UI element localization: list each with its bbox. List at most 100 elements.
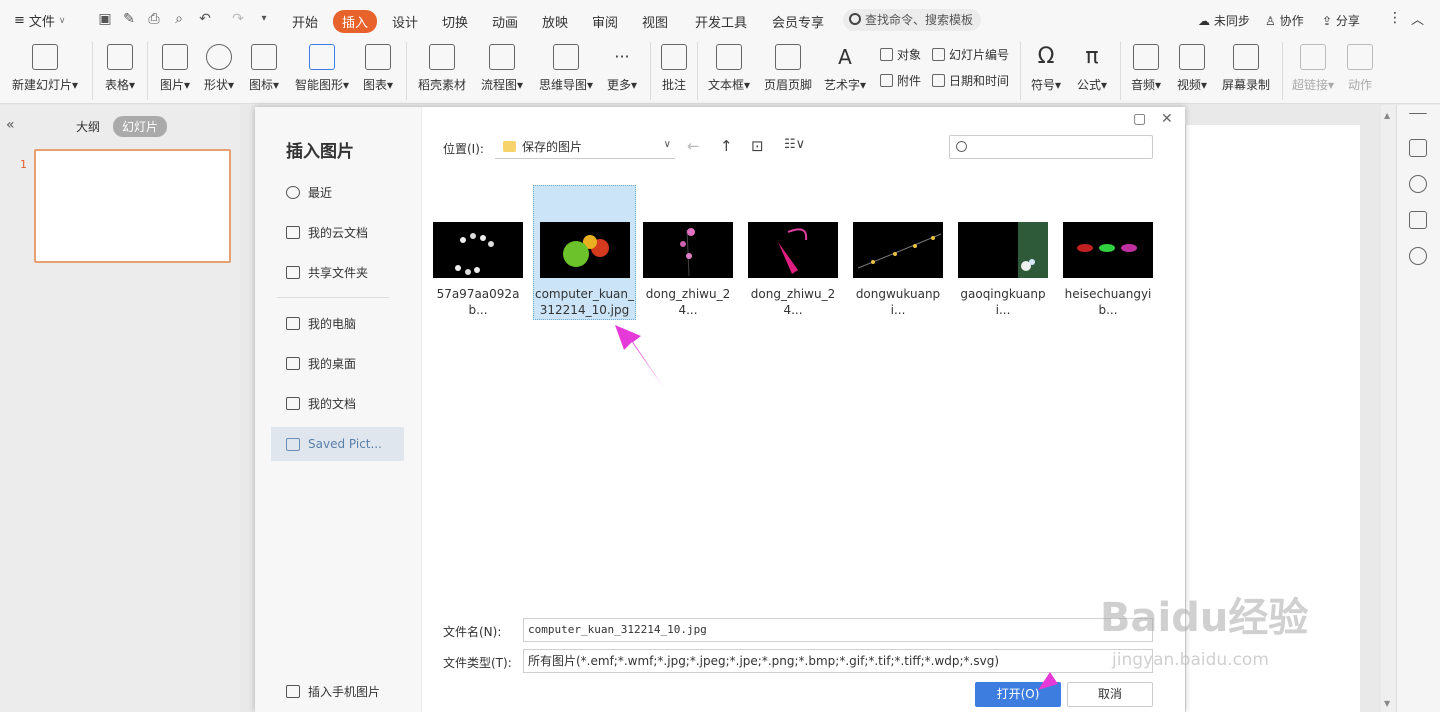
vertical-scrollbar[interactable]: ▲ ▼	[1381, 105, 1395, 712]
filetype-select[interactable]: 所有图片(*.emf;*.wmf;*.jpg;*.jpeg;*.jpe;*.pn…	[523, 649, 1153, 673]
datetime-button[interactable]: 日期和时间	[932, 72, 1009, 89]
cancel-button[interactable]: 取消	[1067, 682, 1153, 707]
view-mode-icon[interactable]: ☷∨	[784, 137, 805, 152]
tab-insert[interactable]: 插入	[333, 10, 378, 33]
nav-shared-folder[interactable]: 共享文件夹	[271, 255, 404, 289]
flowchart-button[interactable]: 流程图▾	[478, 44, 526, 93]
tab-review[interactable]: 审阅	[592, 12, 618, 31]
customize-toolbar-icon[interactable]: ▾	[255, 10, 273, 28]
command-search[interactable]: 查找命令、搜索模板	[843, 9, 981, 31]
action-button[interactable]: 动作	[1344, 44, 1376, 93]
up-folder-icon[interactable]: ↑	[720, 137, 733, 155]
screen-record-button[interactable]: 屏幕录制	[1220, 44, 1272, 93]
tab-animations[interactable]: 动画	[492, 12, 518, 31]
file-item[interactable]: gaoqingkuanpi...	[957, 222, 1049, 318]
header-footer-label: 页眉页脚	[763, 78, 812, 92]
save-icon[interactable]: ▣	[96, 10, 114, 28]
nav-cloud-docs[interactable]: 我的云文档	[271, 215, 404, 249]
properties-icon[interactable]	[1409, 139, 1427, 157]
filename-input[interactable]: computer_kuan_312214_10.jpg	[523, 618, 1153, 642]
print-preview-icon[interactable]: ⌕	[170, 10, 188, 28]
tab-home[interactable]: 开始	[292, 12, 318, 31]
more-dots-icon: ···	[614, 47, 630, 66]
file-menu[interactable]: ≡ 文件 ∨	[14, 11, 106, 30]
picture-button[interactable]: 图片▾	[157, 44, 193, 93]
file-item[interactable]: dong_zhiwu_24...	[747, 222, 839, 318]
ribbon-divider	[92, 42, 93, 100]
file-item[interactable]: dongwukuanpi...	[852, 222, 944, 318]
help-icon[interactable]	[1409, 247, 1427, 265]
slides-icon[interactable]	[1409, 211, 1427, 229]
open-button[interactable]: 打开(O)	[975, 682, 1061, 707]
nav-documents[interactable]: 我的文档	[271, 386, 404, 420]
tab-outline[interactable]: 大纲	[76, 118, 100, 135]
scroll-down-icon[interactable]: ▼	[1384, 699, 1390, 708]
print-icon[interactable]: ⎙	[145, 10, 163, 28]
dialog-search-input[interactable]	[949, 135, 1153, 159]
slide-number: 1	[20, 158, 27, 171]
symbol-label: 符号	[1030, 78, 1055, 92]
slide-number-button[interactable]: 幻灯片编号	[932, 46, 1009, 63]
collab-button[interactable]: ♙ 协作	[1265, 12, 1304, 29]
comment-button[interactable]: 批注	[658, 44, 690, 93]
attachment-button[interactable]: 附件	[880, 72, 921, 89]
file-item[interactable]: heisechuangyib...	[1062, 222, 1154, 318]
dialog-sidebar: 插入图片 最近 我的云文档 共享文件夹 我的电脑 我的桌面 我的文档 Saved…	[255, 107, 422, 712]
phone-picture-icon	[286, 685, 300, 698]
audio-button[interactable]: 音频▾	[1128, 44, 1164, 93]
tab-member[interactable]: 会员专享	[772, 12, 824, 31]
tab-design[interactable]: 设计	[392, 12, 418, 31]
file-item[interactable]: 57a97aa092ab...	[432, 222, 524, 318]
nav-saved-pictures[interactable]: Saved Pict...	[271, 427, 404, 461]
close-icon[interactable]: ✕	[1161, 111, 1173, 127]
new-folder-icon[interactable]: ⊡	[751, 137, 764, 155]
object-button[interactable]: 对象	[880, 46, 921, 63]
nav-my-computer[interactable]: 我的电脑	[271, 306, 404, 340]
wordart-icon: A	[838, 45, 852, 69]
sync-status[interactable]: ☁ 未同步	[1198, 12, 1250, 29]
menu-lines-icon[interactable]	[1409, 113, 1427, 115]
tab-view[interactable]: 视图	[642, 12, 668, 31]
share-button[interactable]: ⇪ 分享	[1322, 12, 1360, 29]
file-item[interactable]: dong_zhiwu_24...	[642, 222, 734, 318]
new-slide-button[interactable]: 新建幻灯片▾	[10, 44, 80, 93]
format-painter-icon[interactable]: ✎	[120, 10, 138, 28]
collapse-ribbon-icon[interactable]: ︿	[1411, 9, 1424, 28]
textbox-label: 文本框	[707, 78, 744, 92]
nav-recent[interactable]: 最近	[271, 175, 404, 209]
tab-slideshow[interactable]: 放映	[542, 12, 568, 31]
nav-cloud-docs-label: 我的云文档	[308, 225, 369, 240]
smartart-button[interactable]: 智能图形▾	[292, 44, 352, 93]
insert-phone-picture-button[interactable]: 插入手机图片	[286, 683, 380, 700]
maximize-icon[interactable]: ▢	[1133, 111, 1146, 127]
nav-desktop[interactable]: 我的桌面	[271, 346, 404, 380]
scroll-up-icon[interactable]: ▲	[1384, 111, 1390, 120]
tab-slides[interactable]: 幻灯片	[113, 116, 168, 137]
redo-icon[interactable]: ↷	[229, 10, 247, 28]
more-icon[interactable]: ⋮	[1388, 10, 1402, 26]
textbox-button[interactable]: 文本框▾	[705, 44, 753, 93]
video-button[interactable]: 视频▾	[1174, 44, 1210, 93]
chevron-down-icon: ∨	[58, 15, 66, 26]
mindmap-button[interactable]: 思维导图▾	[537, 44, 595, 93]
star-icon[interactable]	[1409, 175, 1427, 193]
wordart-button[interactable]: A 艺术字▾	[822, 44, 868, 93]
chart-button[interactable]: 图表▾	[360, 44, 396, 93]
hyperlink-button[interactable]: 超链接▾	[1290, 44, 1336, 93]
table-button[interactable]: 表格▾	[102, 44, 138, 93]
back-icon[interactable]: ←	[687, 137, 700, 155]
location-select[interactable]: 保存的图片 ∨	[495, 135, 675, 159]
file-item-selected[interactable]: computer_kuan_312214_10.jpg	[533, 185, 636, 320]
undo-icon[interactable]: ↶	[196, 10, 214, 28]
slide-thumbnail[interactable]	[34, 149, 231, 263]
tab-developer[interactable]: 开发工具	[695, 12, 747, 31]
more-insert-button[interactable]: ··· 更多▾	[604, 44, 640, 93]
collapse-panel-icon[interactable]: «	[6, 117, 15, 133]
shape-button[interactable]: 形状▾	[201, 44, 237, 93]
symbol-button[interactable]: Ω 符号▾	[1028, 44, 1064, 93]
tab-transitions[interactable]: 切换	[442, 12, 468, 31]
docer-material-button[interactable]: 稻壳素材	[416, 44, 468, 93]
icon-button[interactable]: 图标▾	[246, 44, 282, 93]
header-footer-button[interactable]: 页眉页脚	[762, 44, 814, 93]
formula-button[interactable]: π 公式▾	[1074, 44, 1110, 93]
